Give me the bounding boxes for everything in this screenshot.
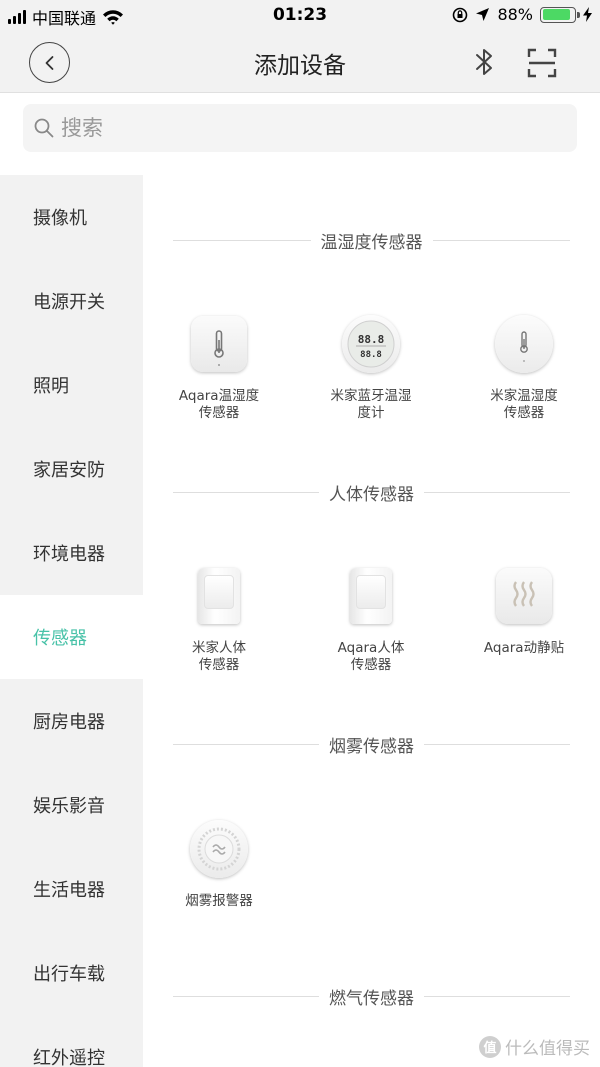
nav-bar: 添加设备 bbox=[0, 32, 600, 93]
battery-fill bbox=[542, 9, 570, 20]
sidebar-item-ir-remote[interactable]: 红外遥控 bbox=[0, 1015, 143, 1067]
sidebar-item-sensors[interactable]: 传感器 bbox=[0, 595, 143, 679]
battery-icon bbox=[540, 6, 580, 23]
sidebar-item-environment[interactable]: 环境电器 bbox=[0, 511, 143, 595]
category-sidebar: 摄像机 电源开关 照明 家居安防 环境电器 传感器 厨房电器 娱乐影音 生活电器… bbox=[0, 175, 143, 1067]
sidebar-item-home-appliances[interactable]: 生活电器 bbox=[0, 847, 143, 931]
device-image bbox=[341, 566, 401, 626]
motion-sensor-icon bbox=[198, 568, 240, 624]
thermometer-round-icon bbox=[495, 315, 553, 373]
device-image bbox=[189, 566, 249, 626]
section-title: 人体传感器 bbox=[329, 485, 414, 505]
bluetooth-icon[interactable] bbox=[470, 46, 498, 78]
thermometer-square-icon bbox=[191, 316, 247, 372]
watermark-logo-icon: 值 bbox=[479, 1035, 501, 1058]
section-header: 温湿度传感器 bbox=[173, 228, 570, 253]
device-image bbox=[494, 314, 554, 374]
device-name: 米家温湿度 传感器 bbox=[490, 388, 558, 421]
device-image bbox=[494, 566, 554, 626]
sidebar-item-entertainment[interactable]: 娱乐影音 bbox=[0, 763, 143, 847]
device-image bbox=[189, 314, 249, 374]
device-name: 米家蓝牙温湿 度计 bbox=[330, 388, 412, 421]
screen: 中国联通 01:23 88% 添加设备 搜索 摄像机 电源开关 照明 家居安防 … bbox=[0, 0, 600, 1067]
divider bbox=[173, 744, 319, 745]
device-mijia-bt-hygrometer[interactable]: 88.8 88.8 米家蓝牙温湿 度计 bbox=[295, 314, 447, 422]
divider bbox=[173, 492, 319, 493]
device-name: Aqara温湿度 传感器 bbox=[178, 388, 260, 421]
device-aqara-vibration[interactable]: Aqara动静贴 bbox=[448, 566, 600, 657]
watermark-text: 什么值得买 bbox=[505, 1039, 590, 1059]
status-right: 88% bbox=[452, 5, 592, 24]
page-title: 添加设备 bbox=[254, 53, 346, 79]
section-header: 人体传感器 bbox=[173, 480, 570, 505]
device-aqara-motion[interactable]: Aqara人体 传感器 bbox=[295, 566, 447, 674]
device-name: 米家人体 传感器 bbox=[192, 640, 246, 673]
sidebar-item-power-switch[interactable]: 电源开关 bbox=[0, 259, 143, 343]
device-mijia-motion[interactable]: 米家人体 传感器 bbox=[143, 566, 295, 674]
device-aqara-temp-humidity[interactable]: Aqara温湿度 传感器 bbox=[143, 314, 295, 422]
orientation-lock-icon bbox=[453, 7, 468, 22]
divider bbox=[173, 996, 319, 997]
sidebar-item-lighting[interactable]: 照明 bbox=[0, 343, 143, 427]
device-list: 温湿度传感器 Aqara温湿度 传感器 88.8 88.8 米家蓝牙温湿 度计 … bbox=[143, 175, 600, 1067]
device-image: 88.8 88.8 bbox=[341, 314, 401, 374]
lcd-hygrometer-icon: 88.8 88.8 bbox=[342, 315, 400, 373]
search-icon bbox=[34, 118, 54, 138]
divider bbox=[432, 240, 570, 241]
search-input[interactable] bbox=[61, 116, 541, 140]
divider bbox=[424, 996, 570, 997]
search-bar[interactable] bbox=[23, 104, 577, 152]
sidebar-item-vehicle[interactable]: 出行车载 bbox=[0, 931, 143, 1015]
section-header: 烟雾传感器 bbox=[173, 732, 570, 757]
sidebar-item-kitchen[interactable]: 厨房电器 bbox=[0, 679, 143, 763]
device-image bbox=[189, 819, 249, 879]
vibration-sensor-icon bbox=[496, 568, 552, 624]
sidebar-item-home-security[interactable]: 家居安防 bbox=[0, 427, 143, 511]
svg-text:88.8: 88.8 bbox=[358, 333, 385, 346]
motion-sensor-icon bbox=[350, 568, 392, 624]
divider bbox=[424, 744, 570, 745]
device-mijia-temp-humidity[interactable]: 米家温湿度 传感器 bbox=[448, 314, 600, 422]
device-name: Aqara人体 传感器 bbox=[337, 640, 405, 673]
sidebar-item-camera[interactable]: 摄像机 bbox=[0, 175, 143, 259]
watermark: 值 什么值得买 bbox=[479, 1034, 590, 1059]
section-title: 温湿度传感器 bbox=[320, 233, 423, 253]
svg-text:88.8: 88.8 bbox=[360, 350, 382, 360]
device-name: Aqara动静贴 bbox=[483, 640, 565, 656]
section-header: 燃气传感器 bbox=[173, 984, 570, 1009]
smoke-alarm-icon bbox=[190, 820, 248, 878]
divider bbox=[424, 492, 570, 493]
divider bbox=[173, 240, 311, 241]
status-bar: 中国联通 01:23 88% bbox=[0, 0, 600, 32]
section-title: 燃气传感器 bbox=[329, 989, 414, 1009]
scan-icon[interactable] bbox=[527, 48, 557, 78]
location-arrow-icon bbox=[476, 8, 490, 21]
device-name: 烟雾报警器 bbox=[185, 893, 253, 909]
charging-icon bbox=[583, 7, 592, 22]
section-title: 烟雾传感器 bbox=[329, 737, 414, 757]
battery-percent: 88% bbox=[497, 5, 533, 24]
device-smoke-alarm[interactable]: 烟雾报警器 bbox=[143, 819, 295, 910]
